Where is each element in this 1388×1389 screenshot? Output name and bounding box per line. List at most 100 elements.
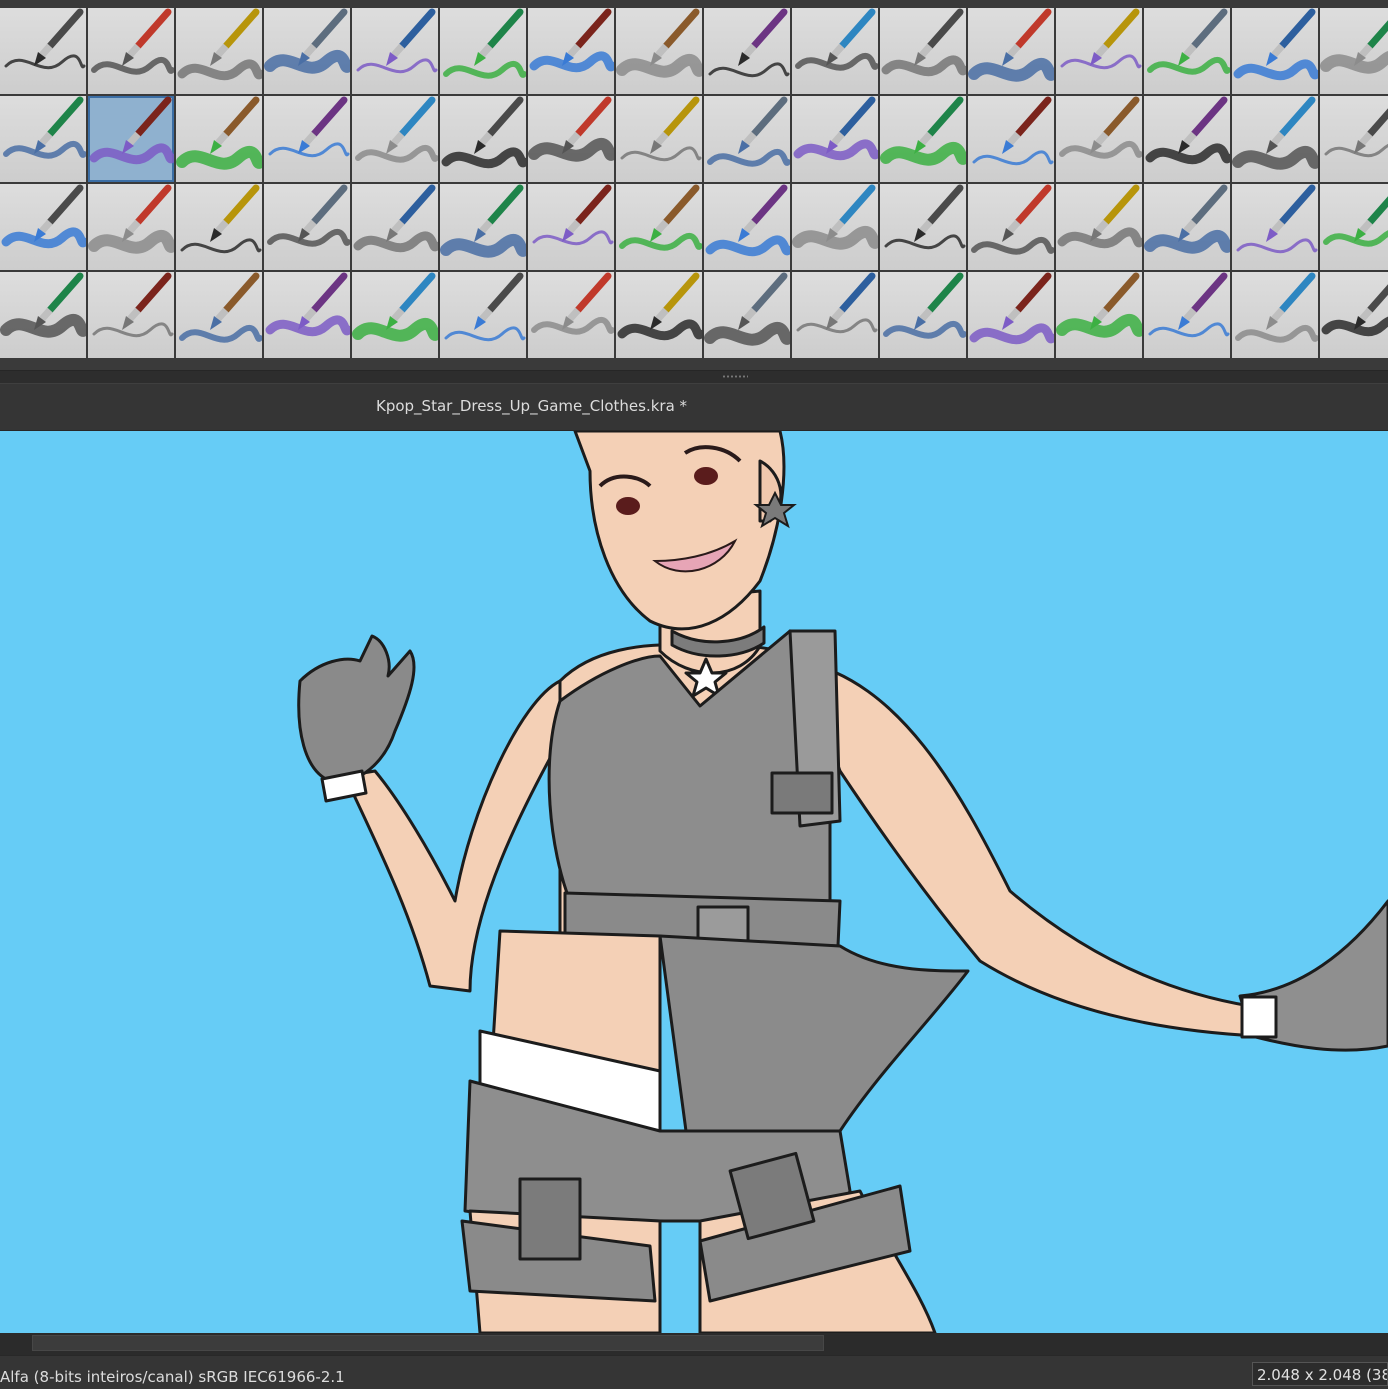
pen-nib-red-icon [355, 96, 438, 163]
image-size-field[interactable]: 2.048 x 2.048 (38 [1252, 1362, 1388, 1386]
brush-wet-violet-icon [532, 184, 614, 246]
brush-preset-rainbow-filter[interactable] [792, 272, 878, 358]
brush-preset-pencil-sketch-face[interactable] [616, 8, 702, 94]
brush-preset-charcoal-texture[interactable] [968, 8, 1054, 94]
palette-knife-purple-icon [440, 184, 526, 258]
docker-splitter[interactable] [0, 370, 1388, 384]
brush-preset-brush-flat-hatch[interactable] [88, 184, 174, 270]
horizontal-scrollbar[interactable] [0, 1333, 1388, 1355]
brush-preset-knife-blend-pattern[interactable] [528, 272, 614, 358]
brush-preset-brush-wet-fan-purple[interactable] [264, 184, 350, 270]
brush-preset-pen-thin-zigzag[interactable] [1320, 8, 1388, 94]
brush-preset-watercolor-green-2[interactable] [88, 272, 174, 358]
splitter-grip-icon[interactable] [722, 375, 748, 378]
status-bar: Alfa (8-bits inteiros/canal) sRGB IEC619… [0, 1355, 1388, 1389]
pencil-blue-scribble-icon [443, 8, 526, 79]
right-eye [694, 467, 718, 485]
document-tab-bar: Kpop_Star_Dress_Up_Game_Clothes.kra * [0, 384, 1388, 431]
brush-preset-pencil-soft[interactable] [176, 8, 262, 94]
charcoal-texture-icon [968, 8, 1054, 82]
rake-teal-icon [1, 184, 86, 249]
brush-preset-watercolor-blue-line[interactable] [968, 184, 1054, 270]
pencil-sketch-face-icon [616, 8, 702, 78]
watercolor-blue-line-icon [971, 184, 1054, 255]
canvas-artwork[interactable] [0, 431, 1388, 1333]
pixel-blocks-icon [444, 272, 526, 342]
brush-preset-brush-flat-wash[interactable] [704, 96, 790, 182]
brush-calligraphy-icon [268, 96, 350, 158]
brush-preset-pencil-hatching[interactable] [352, 8, 438, 94]
pencil-black-icon [1324, 108, 1388, 158]
brush-preset-brush-wet-lilac[interactable] [616, 184, 702, 270]
brush-preset-star-sparkle[interactable] [880, 272, 966, 358]
brush-preset-eraser-white-round[interactable] [176, 272, 262, 358]
brush-preset-brush-wet-cyan[interactable] [704, 272, 790, 358]
brush-preset-watercolor-blue-zigzag[interactable] [1056, 184, 1142, 270]
brush-preset-pen-nib-red[interactable] [352, 96, 438, 182]
brush-preset-ink-pen-dark[interactable] [0, 8, 86, 94]
pen-thin-zigzag-icon [1320, 20, 1388, 74]
brush-flat-wash-icon [707, 96, 790, 167]
brush-preset-marker-wet-violet[interactable] [352, 184, 438, 270]
brush-preset-pastel-ochre[interactable] [1056, 96, 1142, 182]
brush-preset-watercolor-blue-stroke[interactable] [1232, 184, 1318, 270]
brush-preset-brush-round-black[interactable] [0, 96, 86, 182]
brush-preset-brush-texture-canvas[interactable] [792, 96, 878, 182]
brush-preset-pencil-charcoal-wide[interactable] [880, 8, 966, 94]
brush-preset-pen-fine-loop[interactable] [528, 8, 614, 94]
brush-preset-brush-wet-dark[interactable] [704, 184, 790, 270]
brush-preset-pencil-light[interactable] [264, 8, 350, 94]
brush-preset-pencil-black[interactable] [1320, 96, 1388, 182]
brush-preset-knife-blend-white[interactable] [352, 272, 438, 358]
right-wristband [1240, 995, 1278, 1039]
pencil-hatching-icon [356, 8, 438, 74]
brush-preset-pixel-blocks[interactable] [440, 272, 526, 358]
brush-preset-eraser-block[interactable] [88, 96, 174, 182]
brush-preset-light-blur[interactable] [968, 272, 1054, 358]
brush-preset-ink-brush-soft[interactable] [88, 8, 174, 94]
brush-preset-airbrush-yellow[interactable] [1232, 272, 1318, 358]
brush-preset-watercolor-green-1[interactable] [0, 272, 86, 358]
ink-brush-soft-icon [91, 8, 174, 75]
brush-preset-eraser-white-soft[interactable] [264, 272, 350, 358]
brush-preset-brush-stroke-gray[interactable] [616, 96, 702, 182]
brush-preset-watercolor-blue-wide[interactable] [1320, 184, 1388, 270]
brush-preset-airbrush-red[interactable] [1144, 272, 1230, 358]
brush-preset-tube-dark[interactable] [1056, 272, 1142, 358]
brush-preset-brush-wet-violet[interactable] [528, 184, 614, 270]
brush-preset-crayon-green[interactable] [880, 96, 966, 182]
brush-preset-pen-crosshair[interactable] [1056, 8, 1142, 94]
light-blur-icon [969, 272, 1054, 345]
canvas[interactable] [0, 431, 1388, 1333]
rainbow-filter-icon [796, 272, 878, 334]
knife-blend-pattern-icon [531, 272, 614, 335]
brush-preset-brush-calligraphy[interactable] [264, 96, 350, 182]
brush-preset-roller-smudge[interactable] [176, 96, 262, 182]
brush-preset-watercolor-blue-loop[interactable] [1144, 184, 1230, 270]
brush-preset-pencil-graphite[interactable] [704, 8, 790, 94]
brush-preset-palette-knife-purple[interactable] [440, 184, 526, 270]
document-tab[interactable]: Kpop_Star_Dress_Up_Game_Clothes.kra * [376, 397, 687, 415]
brush-preset-pastel-green[interactable] [968, 96, 1054, 182]
scrollbar-thumb[interactable] [32, 1335, 824, 1351]
brush-preset-pastel-yellow[interactable] [1144, 96, 1230, 182]
brush-preset-brush-wet-blend[interactable] [792, 184, 878, 270]
watercolor-blue-stroke-icon [1236, 184, 1318, 254]
pencil-red-curve-icon [1232, 96, 1318, 170]
brush-preset-brush-fan-dry[interactable] [528, 96, 614, 182]
brush-preset-smudge-white[interactable] [616, 272, 702, 358]
brush-preset-pencil-blue-scribble[interactable] [440, 8, 526, 94]
brush-preset-brush-wet-purple[interactable] [176, 184, 262, 270]
brush-preset-pen-fineliner-wave[interactable] [792, 8, 878, 94]
pastel-ochre-icon [1059, 96, 1142, 159]
brush-preset-pen-thick-loop[interactable] [1232, 8, 1318, 94]
brush-preset-brush-bristle-spatter[interactable] [440, 96, 526, 182]
roller-smudge-icon [176, 96, 262, 170]
tube-dark-icon [1056, 272, 1142, 338]
brush-preset-pencil-red-curve[interactable] [1232, 96, 1318, 182]
brush-preset-rake-teal[interactable] [0, 184, 86, 270]
color-space-label: Alfa (8-bits inteiros/canal) sRGB IEC619… [0, 1368, 345, 1386]
brush-preset-pen-signature[interactable] [1144, 8, 1230, 94]
brush-preset-rgb-texture[interactable] [1320, 272, 1388, 358]
brush-preset-brush-green-paint[interactable] [880, 184, 966, 270]
